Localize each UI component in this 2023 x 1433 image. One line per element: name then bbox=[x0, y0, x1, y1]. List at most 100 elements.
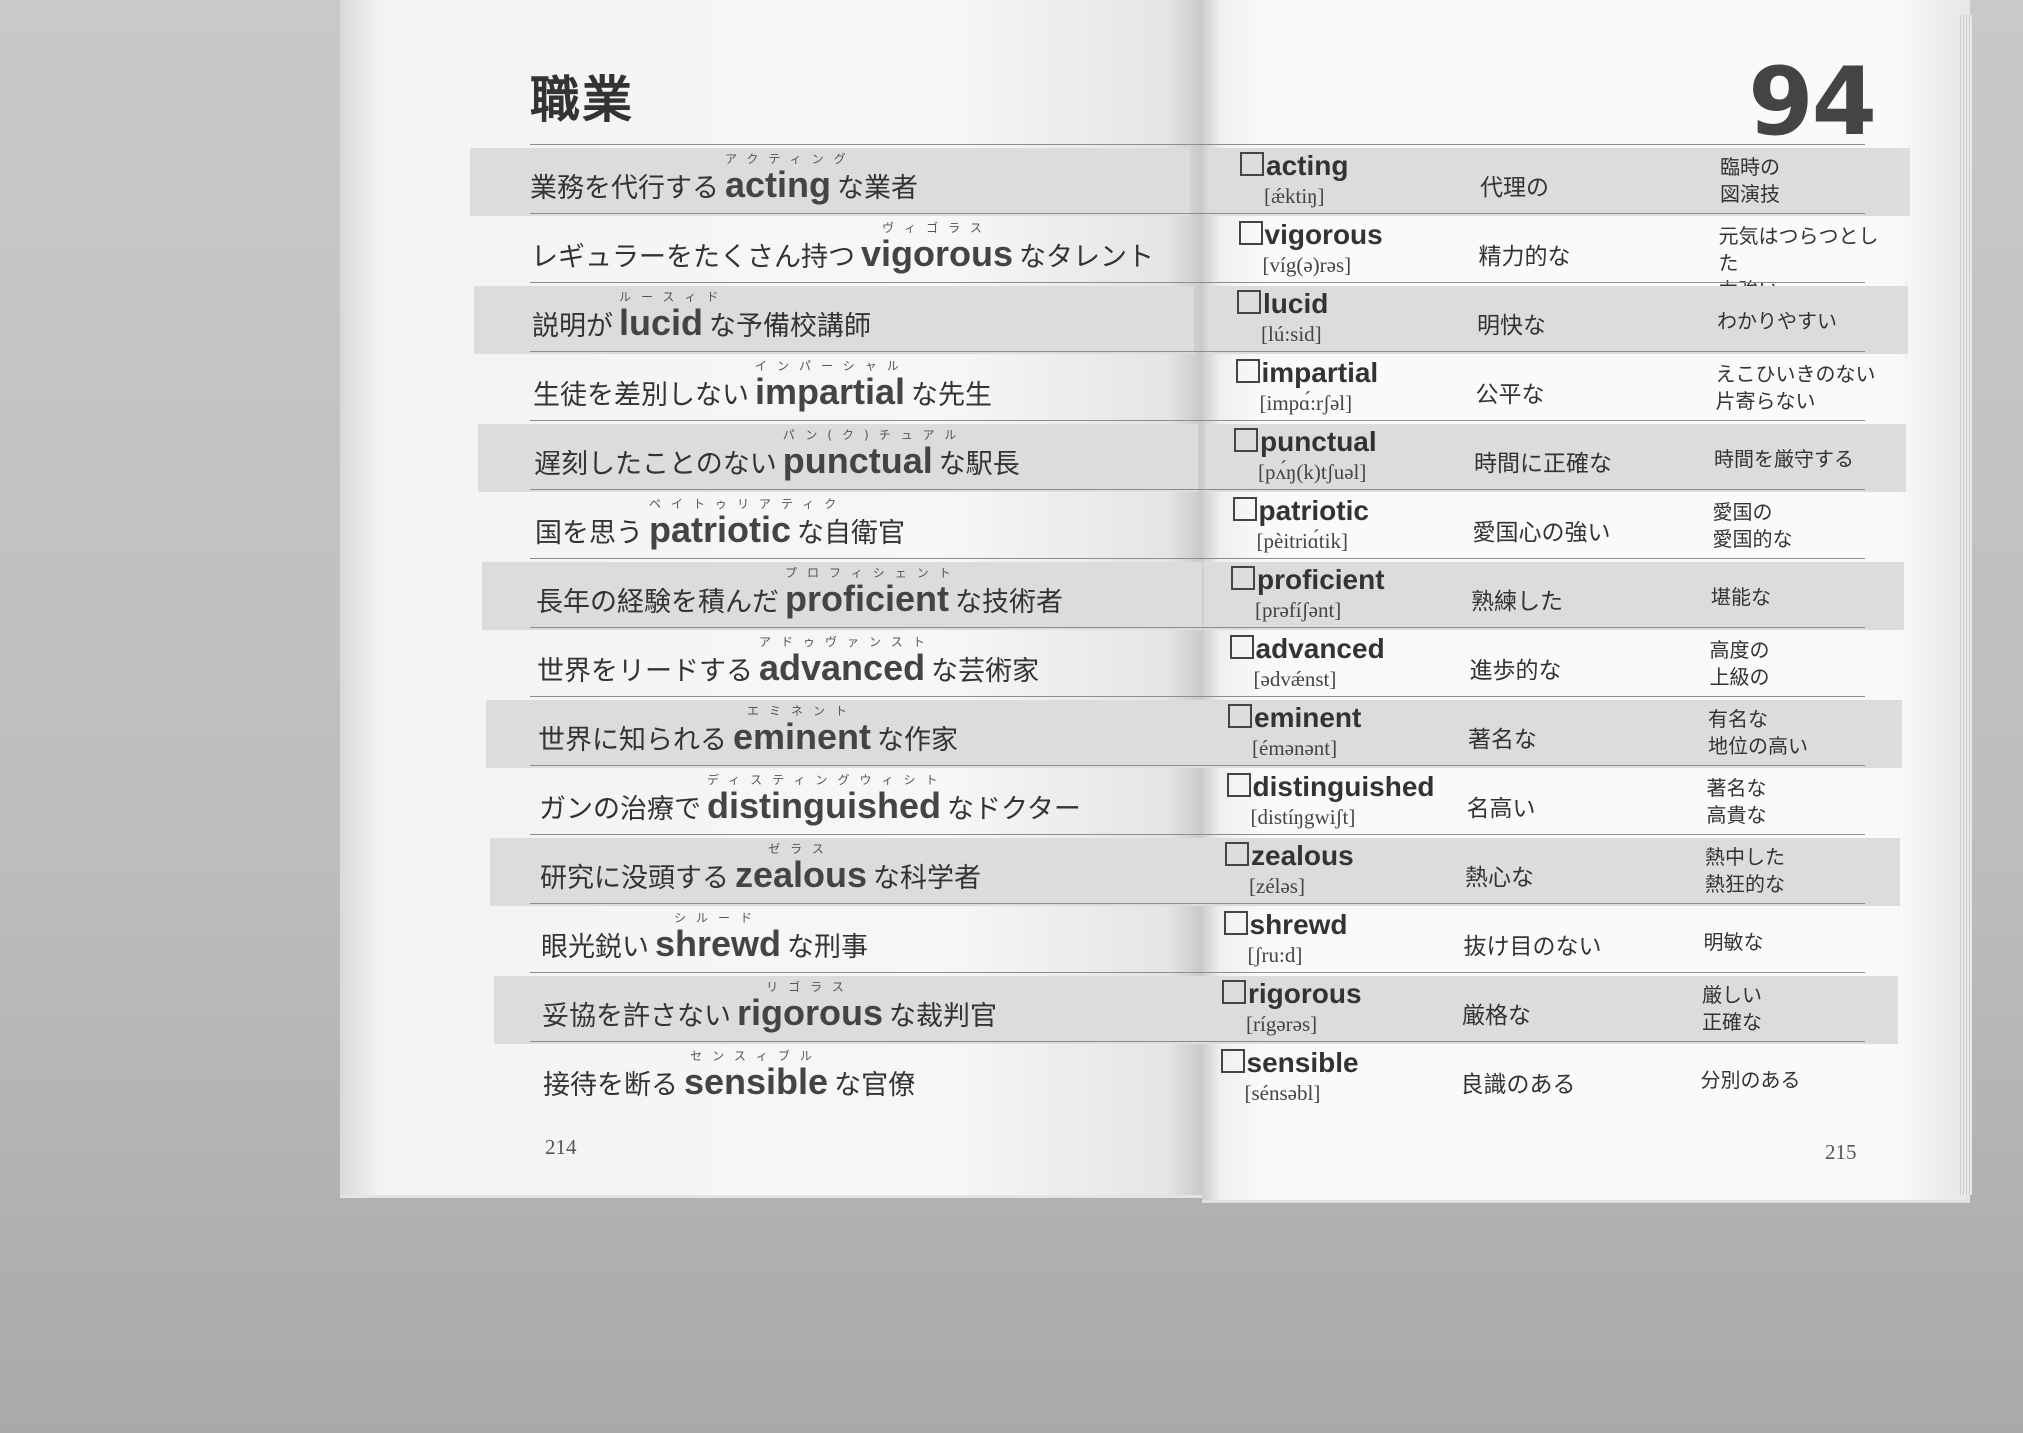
headword-text: acting bbox=[1266, 150, 1349, 181]
alternate-meaning: 臨時の 図演技 bbox=[1720, 155, 1780, 206]
sentence-before: レギュラーをたくさん持つ bbox=[531, 242, 855, 273]
headword-text: eminent bbox=[1254, 702, 1362, 733]
page-number-left: 214 bbox=[545, 1135, 577, 1159]
headword-text: impartial bbox=[1261, 357, 1379, 388]
headword: eminent bbox=[1228, 702, 1361, 734]
checkbox-icon bbox=[1234, 428, 1258, 452]
chapter-title: 職業 bbox=[530, 71, 634, 129]
keyword-ruby: センスィブル bbox=[690, 1049, 822, 1063]
alternate-meaning: 愛国の 愛国的な bbox=[1712, 500, 1793, 551]
pronunciation: [pèitriɑ́tik] bbox=[1256, 529, 1348, 553]
row-divider bbox=[530, 489, 1865, 490]
alternate-meaning: 明敏な bbox=[1703, 930, 1764, 954]
sentence-text: 遅刻したことのない パン(ク)チュアル punctual な駅長 bbox=[534, 428, 1020, 482]
primary-meaning: 著名な bbox=[1468, 727, 1537, 753]
sentence-row: レギュラーをたくさん持つ ヴィゴラス vigorous なタレント bbox=[472, 217, 1192, 285]
keyword-text: shrewd bbox=[655, 923, 782, 964]
keyword-ruby: アドゥヴァンスト bbox=[759, 635, 935, 649]
row-divider bbox=[530, 972, 1865, 973]
vocab-entry: punctual [pʌ́ŋ(k)tʃuəl] 時間に正確な 時間を厳守する bbox=[1234, 424, 1874, 492]
sentence-row: 研究に没頭する ゼラス zealous な科学者 bbox=[490, 838, 1210, 906]
sentence-text: 眼光鋭い シルード shrewd な刑事 bbox=[541, 911, 868, 965]
headword-text: distinguished bbox=[1252, 771, 1435, 802]
headword-text: patriotic bbox=[1258, 495, 1369, 526]
checkbox-icon bbox=[1231, 566, 1255, 590]
primary-meaning: 熟練した bbox=[1471, 589, 1563, 615]
sentence-row: 眼光鋭い シルード shrewd な刑事 bbox=[492, 907, 1212, 975]
sentence-row: 長年の経験を積んだ プロフィシェント proficient な技術者 bbox=[482, 562, 1202, 630]
sentence-keyword: ヴィゴラス vigorous bbox=[861, 221, 1014, 274]
primary-meaning: 精力的な bbox=[1478, 244, 1571, 270]
keyword-text: vigorous bbox=[861, 233, 1014, 274]
sentence-before: 長年の経験を積んだ bbox=[536, 587, 779, 618]
checkbox-icon bbox=[1228, 704, 1252, 728]
headword: impartial bbox=[1235, 357, 1379, 389]
keyword-ruby: プロフィシェント bbox=[785, 566, 961, 580]
keyword-text: distinguished bbox=[707, 785, 941, 826]
primary-meaning: 明快な bbox=[1477, 313, 1546, 339]
vocab-entry: zealous [zéləs] 熱心な 熱中した 熱狂的な bbox=[1225, 838, 1865, 906]
checkbox-icon bbox=[1238, 221, 1263, 245]
row-divider bbox=[530, 351, 1865, 352]
headword: proficient bbox=[1231, 564, 1385, 596]
checkbox-icon bbox=[1223, 911, 1248, 935]
keyword-text: zealous bbox=[735, 854, 868, 895]
pronunciation: [ǽktiŋ] bbox=[1264, 184, 1325, 208]
primary-meaning: 抜け目のない bbox=[1463, 934, 1602, 960]
sentence-after: な予備校講師 bbox=[709, 311, 872, 342]
keyword-ruby: ゼラス bbox=[768, 842, 834, 856]
vocab-entry: sensible [sénsəbl] 良識のある 分別のある bbox=[1220, 1045, 1861, 1113]
pronunciation: [prəfíʃənt] bbox=[1255, 598, 1342, 622]
sentence-row: 説明が ルースィド lucid な予備校講師 bbox=[474, 286, 1194, 354]
keyword-text: acting bbox=[725, 164, 832, 205]
primary-meaning: 代理の bbox=[1480, 175, 1549, 201]
vocab-entry: acting [ǽktiŋ] 代理の 臨時の 図演技 bbox=[1240, 148, 1880, 216]
sentence-keyword: ルースィド lucid bbox=[619, 290, 718, 343]
row-divider bbox=[530, 558, 1865, 559]
sentence-keyword: パン(ク)チュアル punctual bbox=[783, 428, 957, 481]
sentence-after: な先生 bbox=[911, 380, 993, 411]
sentence-after: な官僚 bbox=[834, 1070, 916, 1101]
pronunciation: [rígərəs] bbox=[1246, 1012, 1318, 1036]
pronunciation: [lú:sid] bbox=[1261, 322, 1322, 346]
primary-meaning: 公平な bbox=[1475, 382, 1545, 408]
primary-meaning: 愛国心の強い bbox=[1472, 520, 1611, 546]
vocab-entry: patriotic [pèitriɑ́tik] 愛国心の強い 愛国の 愛国的な bbox=[1232, 493, 1873, 561]
keyword-text: lucid bbox=[619, 302, 704, 343]
sentence-text: 長年の経験を積んだ プロフィシェント proficient な技術者 bbox=[536, 566, 1064, 620]
headword-text: zealous bbox=[1251, 840, 1354, 871]
pronunciation: [víg(ə)rəs] bbox=[1262, 253, 1352, 277]
primary-meaning: 進歩的な bbox=[1469, 658, 1562, 684]
vocab-entry: shrewd [ʃru:d] 抜け目のない 明敏な bbox=[1223, 907, 1864, 975]
keyword-text: advanced bbox=[759, 647, 926, 688]
vocab-entry: impartial [impɑ́:rʃəl] 公平な えこひいきのない 片寄らない bbox=[1235, 355, 1876, 423]
sentence-before: 説明が bbox=[532, 311, 613, 342]
headword-text: sensible bbox=[1246, 1047, 1359, 1078]
chapter-number: 94 bbox=[1748, 48, 1877, 157]
keyword-ruby: パン(ク)チュアル bbox=[782, 428, 967, 442]
sentence-text: ガンの治療で ディスティングウィシト distinguished なドクター bbox=[539, 773, 1081, 827]
sentence-before: 業務を代行する bbox=[530, 173, 719, 204]
vocab-entry: rigorous [rígərəs] 厳格な 厳しい 正確な bbox=[1222, 976, 1862, 1044]
sentence-row: 世界に知られる エミネント eminent な作家 bbox=[486, 700, 1206, 768]
keyword-ruby: エミネント bbox=[747, 704, 858, 718]
row-divider bbox=[530, 282, 1865, 283]
headword: shrewd bbox=[1223, 909, 1348, 941]
sentence-text: レギュラーをたくさん持つ ヴィゴラス vigorous なタレント bbox=[531, 221, 1154, 275]
sentence-keyword: ペイトゥリアティク patriotic bbox=[649, 497, 836, 550]
headword-text: proficient bbox=[1257, 564, 1385, 595]
alternate-meaning: えこひいきのない 片寄らない bbox=[1715, 362, 1876, 413]
checkbox-icon bbox=[1232, 497, 1257, 521]
sentence-row: ガンの治療で ディスティングウィシト distinguished なドクター bbox=[488, 769, 1208, 837]
sentence-after: な裁判官 bbox=[889, 1001, 998, 1032]
headword-text: punctual bbox=[1260, 426, 1377, 457]
sentence-text: 研究に没頭する ゼラス zealous な科学者 bbox=[540, 842, 981, 896]
headword: patriotic bbox=[1232, 495, 1369, 527]
keyword-text: patriotic bbox=[649, 509, 792, 550]
checkbox-icon bbox=[1235, 359, 1260, 383]
vocab-entry: eminent [émənənt] 著名な 有名な 地位の高い bbox=[1228, 700, 1868, 768]
sentence-after: な技術者 bbox=[955, 587, 1064, 618]
row-divider bbox=[530, 903, 1865, 904]
sentence-keyword: エミネント eminent bbox=[733, 704, 871, 757]
sentence-after: な駅長 bbox=[938, 449, 1020, 480]
